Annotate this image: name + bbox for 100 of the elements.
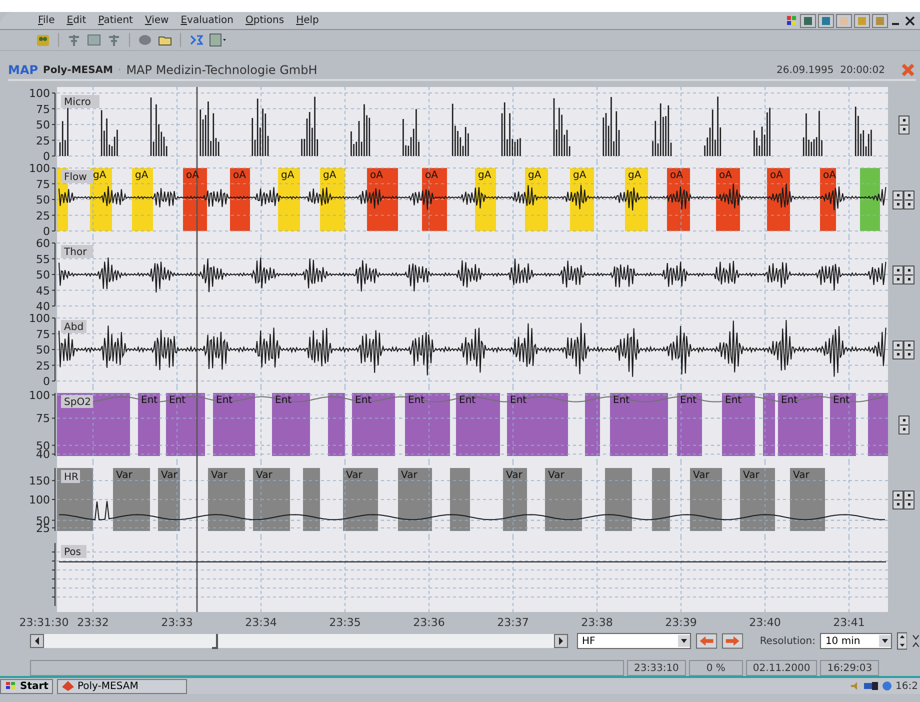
scrollbar-thumb[interactable] <box>212 634 218 649</box>
channel-dropdown[interactable]: HF <box>576 633 691 649</box>
resolution-dropdown[interactable]: 10 min <box>820 633 892 649</box>
collapse-icon[interactable] <box>912 632 920 650</box>
scale-control[interactable] <box>892 490 916 510</box>
app-shortcut-icon[interactable] <box>854 14 870 28</box>
menu-item[interactable]: File <box>32 15 61 26</box>
scale-control[interactable] <box>898 414 910 434</box>
status-field: 16:29:03 <box>820 660 880 676</box>
channel-label: HR <box>61 470 80 483</box>
taskbar-app-button[interactable]: Poly-MESAM <box>57 678 188 694</box>
start-button[interactable]: Start <box>0 678 54 694</box>
network-icon[interactable] <box>882 681 892 691</box>
scale-control[interactable] <box>898 114 910 134</box>
axis-tick-label: 100 <box>29 388 50 402</box>
event-label: oA <box>425 170 438 181</box>
close-icon[interactable] <box>904 14 916 26</box>
time-axis-label: 23:41 <box>833 616 865 629</box>
window-icon[interactable] <box>209 33 227 47</box>
spin-button[interactable] <box>896 632 908 650</box>
event-label: gA <box>281 170 294 181</box>
event-label: Var <box>256 470 272 481</box>
y-axis <box>52 318 56 382</box>
status-field: 23:33:10 <box>627 660 686 676</box>
channel-label: Abd <box>61 320 86 333</box>
axis-tick-label: 40 <box>36 300 50 312</box>
axis-tick-label: 50 <box>36 268 50 282</box>
y-axis <box>52 168 56 232</box>
previous-event-button[interactable] <box>696 633 717 649</box>
axis-tick-label: 0 <box>43 150 50 162</box>
app-logo: MAP <box>8 63 38 77</box>
channel-label: Thor <box>61 245 93 258</box>
company-name: MAP Medizin-Technologie GmbH <box>126 63 318 77</box>
time-axis-label: 23:37 <box>497 616 529 629</box>
event-label: Ent <box>169 395 186 406</box>
scroll-right-button[interactable] <box>554 634 568 648</box>
axis-tick-label: 0 <box>43 225 50 237</box>
status-field: 0 % <box>688 660 743 676</box>
axis-tick-label: 60 <box>36 237 50 250</box>
event-label: Var <box>693 470 710 481</box>
windows-flag-icon <box>5 681 17 691</box>
app-icon <box>62 681 74 691</box>
menu-item[interactable]: Patient <box>92 15 139 26</box>
event-label: Var <box>161 470 178 481</box>
event-label: Ent <box>141 395 158 406</box>
axis-tick-label: 75 <box>36 412 50 426</box>
axis-tick-label: 25 <box>36 134 50 148</box>
windows-flag-icon[interactable] <box>786 14 798 26</box>
axis-tick-label: 50 <box>36 344 50 356</box>
menu-item[interactable]: View <box>138 15 175 26</box>
event-label: Var <box>793 470 810 481</box>
event-label: Ent <box>275 395 292 406</box>
event-label: gA <box>135 170 148 181</box>
time-axis-label: 23:33 <box>161 616 193 629</box>
event-label: Ent <box>355 395 372 406</box>
event-label: Ent <box>613 395 630 406</box>
y-axis <box>52 542 56 606</box>
people-icon[interactable] <box>36 33 50 47</box>
event-label: Ent <box>781 395 798 406</box>
time-axis-label: 23:32 <box>77 616 109 629</box>
status-field: 02.11.2000 <box>746 660 818 676</box>
event-label: Ent <box>216 395 233 406</box>
event-label: Ent <box>408 395 425 406</box>
menu-item[interactable]: Help <box>290 15 325 26</box>
time-axis-label: 23:40 <box>749 616 781 629</box>
app-shortcut-icon[interactable] <box>800 14 816 28</box>
event-label: gA <box>528 170 542 181</box>
menu-item[interactable]: Evaluation <box>174 15 240 26</box>
event-label: oA <box>823 170 836 181</box>
caret-icon[interactable] <box>678 635 690 647</box>
menu-item[interactable]: Edit <box>60 15 92 26</box>
scroll-left-button[interactable] <box>30 634 44 648</box>
event-label: oA <box>370 170 383 181</box>
axis-tick-label: 100 <box>29 162 50 175</box>
sigma-icon[interactable] <box>189 33 203 47</box>
caret-icon[interactable] <box>878 635 891 647</box>
monitor-icon[interactable] <box>864 681 878 691</box>
axis-tick-label: 75 <box>36 178 50 191</box>
scale-control[interactable] <box>892 190 916 210</box>
event-label: gA <box>573 170 586 181</box>
next-event-button[interactable] <box>722 633 743 649</box>
event-label: gA <box>93 170 106 181</box>
scale-control[interactable] <box>892 340 916 360</box>
app-shortcut-icon[interactable] <box>836 14 852 28</box>
menu-item[interactable]: Options <box>239 15 290 26</box>
event-label: gA <box>628 170 642 181</box>
event-label: Var <box>548 470 564 481</box>
app-shortcut-icon[interactable] <box>818 14 834 28</box>
event-label: oA <box>233 170 246 181</box>
axis-tick-label: 40 <box>36 448 50 462</box>
left-triangle-icon <box>34 637 40 645</box>
event-label: Ent <box>510 395 527 406</box>
y-axis <box>52 92 56 156</box>
event-label: Ent <box>833 395 850 406</box>
axis-tick-label: 100 <box>29 87 50 100</box>
time-axis-label: 23:39 <box>665 616 697 629</box>
event-label: Ent <box>680 395 697 406</box>
event-label: oA <box>770 170 783 181</box>
event-label: Ent <box>459 395 476 406</box>
scale-control[interactable] <box>892 264 916 284</box>
